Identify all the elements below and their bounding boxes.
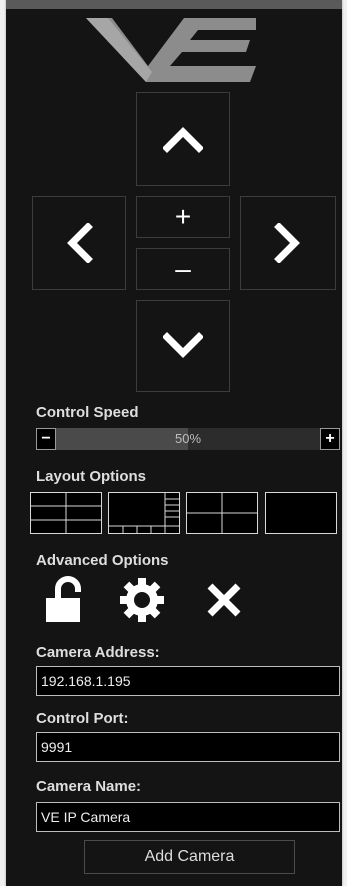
camera-name-input[interactable] bbox=[36, 802, 340, 832]
pan-left-button[interactable] bbox=[32, 196, 126, 290]
speed-track[interactable]: 50% bbox=[56, 428, 320, 450]
chevron-down-icon bbox=[163, 332, 203, 358]
pan-down-button[interactable] bbox=[136, 300, 230, 392]
camera-control-panel: + – Control Speed − 50% + Layout Options bbox=[6, 0, 342, 886]
close-icon[interactable] bbox=[200, 576, 248, 624]
chevron-right-icon bbox=[274, 223, 300, 263]
speed-increase-button[interactable]: + bbox=[320, 428, 340, 450]
control-port-label: Control Port: bbox=[36, 710, 129, 727]
camera-address-label: Camera Address: bbox=[36, 644, 160, 661]
add-camera-button[interactable]: Add Camera bbox=[84, 840, 295, 874]
advanced-options-label: Advanced Options bbox=[36, 552, 169, 569]
zoom-out-label: – bbox=[175, 253, 191, 284]
camera-address-input[interactable] bbox=[36, 666, 340, 696]
zoom-in-label: + bbox=[174, 201, 192, 232]
camera-name-label: Camera Name: bbox=[36, 778, 142, 795]
zoom-out-button[interactable]: – bbox=[136, 248, 230, 290]
layout-options-label: Layout Options bbox=[36, 468, 146, 485]
speed-value: 50% bbox=[174, 431, 202, 446]
control-port-input[interactable] bbox=[36, 732, 340, 762]
control-speed-slider[interactable]: − 50% + bbox=[36, 428, 340, 450]
layout-1-plus-6-button[interactable] bbox=[108, 492, 180, 534]
speed-decrease-button[interactable]: − bbox=[36, 428, 56, 450]
pan-right-button[interactable] bbox=[240, 196, 336, 290]
chevron-left-icon bbox=[67, 223, 93, 263]
gear-icon[interactable] bbox=[118, 576, 166, 624]
pan-up-button[interactable] bbox=[136, 92, 230, 186]
control-speed-label: Control Speed bbox=[36, 404, 139, 421]
layout-single-button[interactable] bbox=[265, 492, 337, 534]
unlock-icon[interactable] bbox=[42, 576, 90, 624]
layout-grid-3x2-button[interactable] bbox=[30, 492, 102, 534]
grid-2x2-icon bbox=[187, 493, 257, 533]
grid-3x2-icon bbox=[31, 493, 101, 533]
zoom-in-button[interactable]: + bbox=[136, 196, 230, 238]
layout-grid-2x2-button[interactable] bbox=[186, 492, 258, 534]
chevron-up-icon bbox=[163, 127, 203, 153]
ve-logo bbox=[86, 18, 256, 82]
grid-main-plus-side-icon bbox=[109, 493, 179, 533]
title-bar bbox=[6, 0, 342, 9]
